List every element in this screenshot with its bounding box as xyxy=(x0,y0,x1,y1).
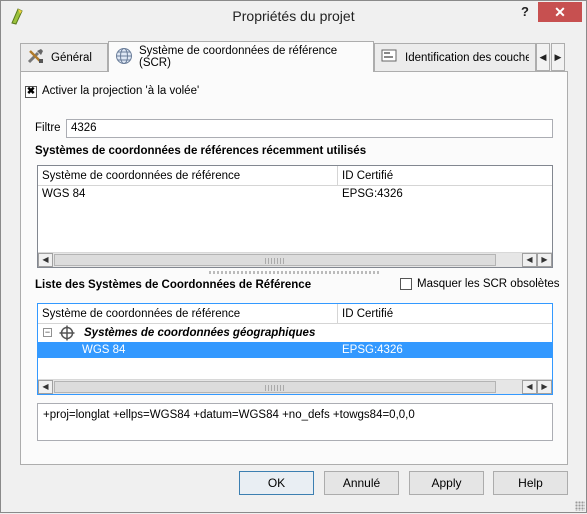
globe-icon xyxy=(115,47,133,68)
close-button[interactable]: ✕ xyxy=(538,2,582,22)
crs-tab-panel xyxy=(20,71,568,465)
tab-crs[interactable]: Système de coordonnées de référence (SCR… xyxy=(108,41,374,72)
resize-grip[interactable] xyxy=(575,501,585,511)
ok-button[interactable]: OK xyxy=(239,471,314,495)
tab-identify-layers[interactable]: Identification des couches xyxy=(374,43,536,71)
tab-general-label: Général xyxy=(51,51,92,64)
tab-identify-label: Identification des couches xyxy=(405,51,529,64)
tab-scroll-left-button[interactable]: ◀ xyxy=(536,43,550,71)
tools-icon xyxy=(27,48,45,67)
cancel-button[interactable]: Annulé xyxy=(324,471,399,495)
dialog-window: Propriétés du projet ? ✕ Général Système… xyxy=(0,0,587,513)
help-button[interactable]: Help xyxy=(493,471,568,495)
window-title: Propriétés du projet xyxy=(232,8,355,24)
identify-icon xyxy=(381,48,399,67)
apply-button[interactable]: Apply xyxy=(409,471,484,495)
otf-checkbox[interactable]: ✖ xyxy=(25,86,37,98)
context-help-button[interactable]: ? xyxy=(515,4,535,22)
title-bar: Propriétés du projet ? ✕ xyxy=(1,1,586,31)
tab-general[interactable]: Général xyxy=(20,43,108,71)
tab-scroll-right-button[interactable]: ▶ xyxy=(551,43,565,71)
tab-crs-label: Système de coordonnées de référence (SCR… xyxy=(139,45,338,69)
